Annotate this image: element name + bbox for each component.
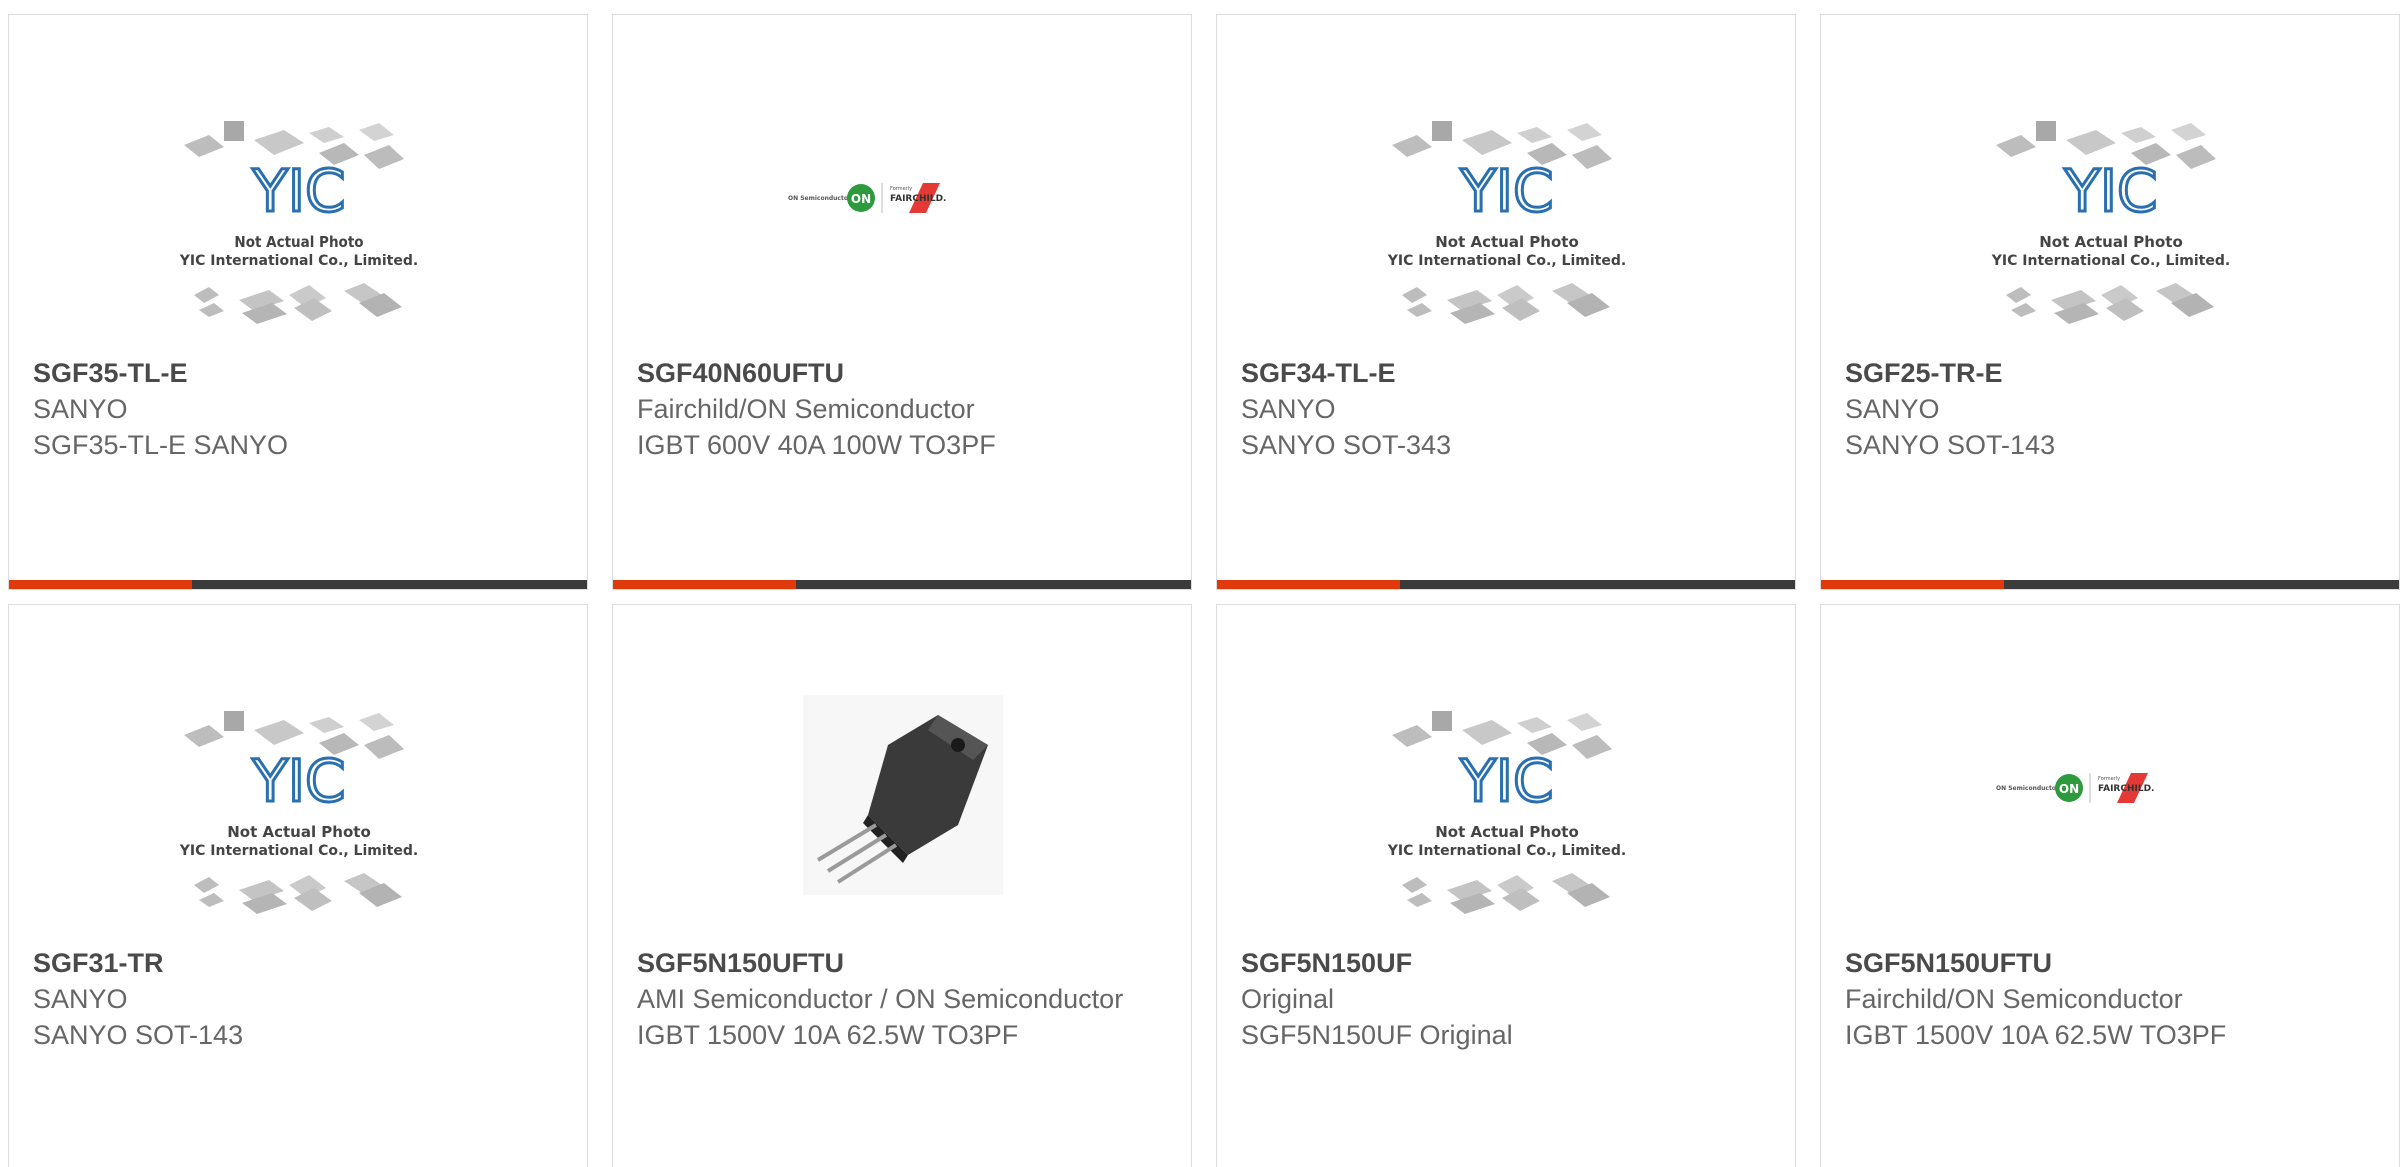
svg-text:ON: ON bbox=[851, 192, 871, 206]
product-card[interactable]: YIC Not Actual Photo YIC International C… bbox=[1216, 14, 1796, 590]
product-info: SGF5N150UFTU AMI Semiconductor / ON Semi… bbox=[637, 945, 1167, 1053]
svg-text:Not Actual Photo: Not Actual Photo bbox=[227, 823, 371, 841]
description: SGF35-TL-E SANYO bbox=[33, 430, 289, 460]
product-info: SGF5N150UFTU Fairchild/ON Semiconductor … bbox=[1845, 945, 2375, 1053]
product-image[interactable]: YIC Not Actual Photo YIC International C… bbox=[1362, 685, 1652, 955]
on-fairchild-logo-image: ON Semiconductor ON Formerly FAIRCHILD. bbox=[788, 183, 946, 213]
description: SANYO SOT-143 bbox=[1845, 430, 2056, 460]
product-info: SGF5N150UF Original SGF5N150UF Original bbox=[1241, 945, 1771, 1053]
product-info: SGF31-TR SANYO SANYO SOT-143 bbox=[33, 945, 563, 1053]
svg-text:YIC International Co., Limited: YIC International Co., Limited. bbox=[1387, 843, 1626, 859]
product-info: SGF25-TR-E SANYO SANYO SOT-143 bbox=[1845, 355, 2375, 463]
product-info: SGF40N60UFTU Fairchild/ON Semiconductor … bbox=[637, 355, 1167, 463]
yic-placeholder-image: YIC Not Actual Photo YIC International C… bbox=[1387, 121, 1626, 324]
card-bottom-bar bbox=[613, 580, 1191, 589]
svg-text:Not Actual Photo: Not Actual Photo bbox=[234, 233, 363, 251]
product-card[interactable]: SGF5N150UFTU AMI Semiconductor / ON Semi… bbox=[612, 604, 1192, 1167]
svg-text:YIC International Co., Limited: YIC International Co., Limited. bbox=[179, 253, 418, 269]
product-card[interactable]: YIC Not Actual Photo YIC International C… bbox=[1216, 604, 1796, 1167]
svg-text:YIC: YIC bbox=[251, 157, 345, 225]
yic-placeholder-image: YIC Not Actual Photo YIC International C… bbox=[179, 711, 418, 914]
product-info: SGF35-TL-E SANYO SGF35-TL-E SANYO bbox=[33, 355, 563, 463]
card-accent bbox=[9, 580, 192, 589]
product-image[interactable]: YIC Not Actual Photo YIC International C… bbox=[1966, 95, 2256, 365]
on-fairchild-logo-image: ON Semiconductor ON Formerly FAIRCHILD. bbox=[1996, 773, 2154, 803]
svg-text:Formerly: Formerly bbox=[890, 186, 912, 192]
yic-placeholder-image: YIC Not Actual Photo YIC International C… bbox=[179, 121, 418, 324]
product-info: SGF34-TL-E SANYO SANYO SOT-343 bbox=[1241, 355, 1771, 463]
svg-text:YIC: YIC bbox=[1459, 747, 1553, 815]
yic-placeholder-image: YIC Not Actual Photo YIC International C… bbox=[1991, 121, 2230, 324]
svg-text:ON: ON bbox=[2059, 782, 2079, 796]
part-number-link[interactable]: SGF34-TL-E bbox=[1241, 355, 1771, 391]
svg-text:ON Semiconductor: ON Semiconductor bbox=[788, 195, 851, 202]
product-card[interactable]: ON Semiconductor ON Formerly FAIRCHILD. … bbox=[1820, 604, 2400, 1167]
part-number-link[interactable]: SGF5N150UFTU bbox=[1845, 945, 2375, 981]
product-image[interactable]: ON Semiconductor ON Formerly FAIRCHILD. bbox=[758, 95, 1048, 365]
manufacturer: Fairchild/ON Semiconductor bbox=[1845, 984, 2183, 1014]
svg-text:Formerly: Formerly bbox=[2098, 776, 2120, 782]
manufacturer: AMI Semiconductor / ON Semiconductor bbox=[637, 984, 1124, 1014]
product-card[interactable]: YIC Not Actual Photo YIC International C… bbox=[1820, 14, 2400, 590]
card-accent bbox=[1821, 580, 2004, 589]
description: IGBT 600V 40A 100W TO3PF bbox=[637, 430, 996, 460]
manufacturer: SANYO bbox=[33, 984, 128, 1014]
product-image[interactable]: YIC Not Actual Photo YIC International C… bbox=[1362, 95, 1652, 365]
manufacturer: Fairchild/ON Semiconductor bbox=[637, 394, 975, 424]
card-bottom-bar bbox=[1217, 580, 1795, 589]
manufacturer: SANYO bbox=[33, 394, 128, 424]
svg-text:FAIRCHILD.: FAIRCHILD. bbox=[890, 194, 946, 204]
product-card[interactable]: ON Semiconductor ON Formerly FAIRCHILD. … bbox=[612, 14, 1192, 590]
to3pf-transistor-image bbox=[803, 695, 1003, 895]
product-image[interactable]: ON Semiconductor ON Formerly FAIRCHILD. bbox=[1966, 685, 2256, 955]
product-image[interactable]: YIC Not Actual Photo YIC International C… bbox=[154, 685, 444, 955]
description: IGBT 1500V 10A 62.5W TO3PF bbox=[637, 1020, 1019, 1050]
svg-text:YIC International Co., Limited: YIC International Co., Limited. bbox=[1991, 253, 2230, 269]
card-accent bbox=[1217, 580, 1400, 589]
manufacturer: SANYO bbox=[1845, 394, 1940, 424]
part-number-link[interactable]: SGF31-TR bbox=[33, 945, 563, 981]
part-number-link[interactable]: SGF5N150UF bbox=[1241, 945, 1771, 981]
manufacturer: Original bbox=[1241, 984, 1335, 1014]
svg-text:YIC International Co., Limited: YIC International Co., Limited. bbox=[179, 843, 418, 859]
product-image[interactable] bbox=[758, 685, 1048, 955]
product-grid: YIC Not Actual Photo YIC International C… bbox=[0, 0, 2400, 1167]
product-image[interactable]: YIC Not Actual Photo YIC International C… bbox=[154, 95, 444, 365]
svg-text:ON Semiconductor: ON Semiconductor bbox=[1996, 785, 2059, 792]
part-number-link[interactable]: SGF25-TR-E bbox=[1845, 355, 2375, 391]
svg-text:Not Actual Photo: Not Actual Photo bbox=[1435, 823, 1579, 841]
svg-text:YIC International Co., Limited: YIC International Co., Limited. bbox=[1387, 253, 1626, 269]
yic-placeholder-image: YIC Not Actual Photo YIC International C… bbox=[1387, 711, 1626, 914]
svg-text:YIC: YIC bbox=[2063, 157, 2157, 225]
part-number-link[interactable]: SGF40N60UFTU bbox=[637, 355, 1167, 391]
description: SANYO SOT-343 bbox=[1241, 430, 1452, 460]
part-number-link[interactable]: SGF5N150UFTU bbox=[637, 945, 1167, 981]
svg-text:Not Actual Photo: Not Actual Photo bbox=[1435, 233, 1579, 251]
description: SANYO SOT-143 bbox=[33, 1020, 244, 1050]
card-bottom-bar bbox=[9, 580, 587, 589]
card-accent bbox=[613, 580, 796, 589]
svg-text:YIC: YIC bbox=[251, 747, 345, 815]
svg-text:FAIRCHILD.: FAIRCHILD. bbox=[2098, 784, 2154, 794]
svg-text:Not Actual Photo: Not Actual Photo bbox=[2039, 233, 2183, 251]
description: SGF5N150UF Original bbox=[1241, 1020, 1513, 1050]
card-bottom-bar bbox=[1821, 580, 2399, 589]
part-number-link[interactable]: SGF35-TL-E bbox=[33, 355, 563, 391]
svg-text:YIC: YIC bbox=[1459, 157, 1553, 225]
manufacturer: SANYO bbox=[1241, 394, 1336, 424]
description: IGBT 1500V 10A 62.5W TO3PF bbox=[1845, 1020, 2227, 1050]
product-card[interactable]: YIC Not Actual Photo YIC International C… bbox=[8, 14, 588, 590]
product-card[interactable]: YIC Not Actual Photo YIC International C… bbox=[8, 604, 588, 1167]
